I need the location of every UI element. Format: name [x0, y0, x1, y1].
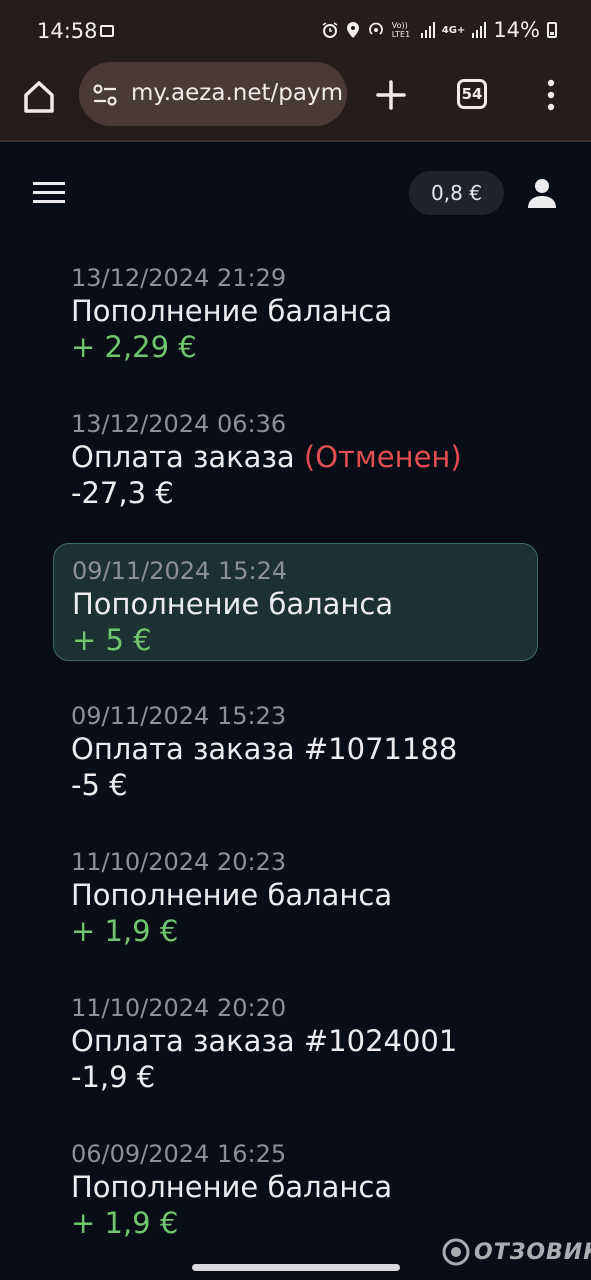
transaction-amount: -27,3 €	[71, 476, 174, 510]
balance-badge[interactable]: 0,8 €	[409, 171, 504, 215]
balance-value: 0,8 €	[431, 181, 482, 205]
transaction-title: Пополнение баланса	[71, 294, 393, 328]
url-text: my.aeza.net/paym	[131, 80, 343, 106]
battery-icon	[547, 22, 557, 38]
transaction-title: Пополнение баланса	[72, 587, 394, 621]
transaction-title: Оплата заказа (Отменен)	[71, 440, 462, 474]
transaction-amount: + 2,29 €	[71, 330, 197, 364]
status-bar: 14:58 Vo)) LTE1 4G+ 14%	[0, 0, 591, 62]
transaction-title: Оплата заказа #1024001	[71, 1024, 458, 1058]
hotspot-icon	[368, 22, 383, 35]
signal-icon-2	[472, 22, 487, 38]
new-tab-icon[interactable]	[373, 77, 409, 113]
watermark: ОТЗОВИК	[442, 1238, 591, 1266]
more-menu-icon[interactable]	[540, 77, 562, 113]
transaction-amount: + 5 €	[72, 623, 152, 657]
signal-icon	[420, 22, 435, 38]
transaction-date: 11/10/2024 20:23	[71, 848, 287, 876]
volte-icon: Vo)) LTE1	[391, 21, 411, 39]
status-icons: Vo)) LTE1 4G+ 14%	[321, 18, 557, 42]
transaction-item[interactable]: 06/09/2024 16:25 Пополнение баланса + 1,…	[53, 1127, 538, 1245]
transaction-item-selected[interactable]: 09/11/2024 15:24 Пополнение баланса + 5 …	[53, 543, 538, 661]
transaction-date: 09/11/2024 15:23	[71, 702, 287, 730]
battery-percent: 14%	[493, 18, 540, 42]
transaction-status: (Отменен)	[303, 440, 462, 474]
location-icon	[346, 22, 359, 38]
transaction-amount: + 1,9 €	[71, 914, 179, 948]
gesture-nav-handle[interactable]	[192, 1264, 400, 1271]
transaction-date: 13/12/2024 06:36	[71, 410, 287, 438]
transaction-date: 06/09/2024 16:25	[71, 1140, 287, 1168]
site-settings-icon[interactable]	[92, 83, 118, 107]
transaction-item[interactable]: 13/12/2024 06:36 Оплата заказа (Отменен)…	[53, 397, 538, 515]
transaction-title: Оплата заказа #1071188	[71, 732, 458, 766]
alarm-icon	[322, 22, 338, 38]
transaction-item[interactable]: 13/12/2024 21:29 Пополнение баланса + 2,…	[53, 251, 538, 369]
transaction-amount: -5 €	[71, 768, 128, 802]
transaction-date: 11/10/2024 20:20	[71, 994, 287, 1022]
otzovik-logo-icon	[442, 1238, 470, 1266]
transaction-item[interactable]: 09/11/2024 15:23 Оплата заказа #1071188 …	[53, 689, 538, 807]
tab-count: 54	[461, 85, 483, 103]
transaction-title: Пополнение баланса	[71, 1170, 393, 1204]
transaction-date: 13/12/2024 21:29	[71, 264, 287, 292]
transaction-item[interactable]: 11/10/2024 20:20 Оплата заказа #1024001 …	[53, 981, 538, 1099]
hamburger-menu-icon[interactable]	[33, 180, 65, 206]
watermark-text: ОТЗОВИК	[474, 1239, 591, 1265]
transaction-amount: + 1,9 €	[71, 1206, 179, 1240]
transaction-title: Пополнение баланса	[71, 878, 393, 912]
transaction-amount: -1,9 €	[71, 1060, 156, 1094]
transaction-date: 09/11/2024 15:24	[72, 557, 288, 585]
4g-icon: 4G+	[441, 24, 466, 36]
tab-switcher-button[interactable]: 54	[457, 79, 487, 109]
browser-toolbar: my.aeza.net/paym 54	[0, 62, 591, 142]
transaction-item[interactable]: 11/10/2024 20:23 Пополнение баланса + 1,…	[53, 835, 538, 953]
address-bar[interactable]: my.aeza.net/paym	[79, 62, 347, 126]
status-time: 14:58	[37, 19, 98, 43]
home-icon[interactable]	[20, 78, 58, 116]
screenshot-icon	[100, 25, 114, 37]
user-icon[interactable]	[525, 176, 559, 210]
